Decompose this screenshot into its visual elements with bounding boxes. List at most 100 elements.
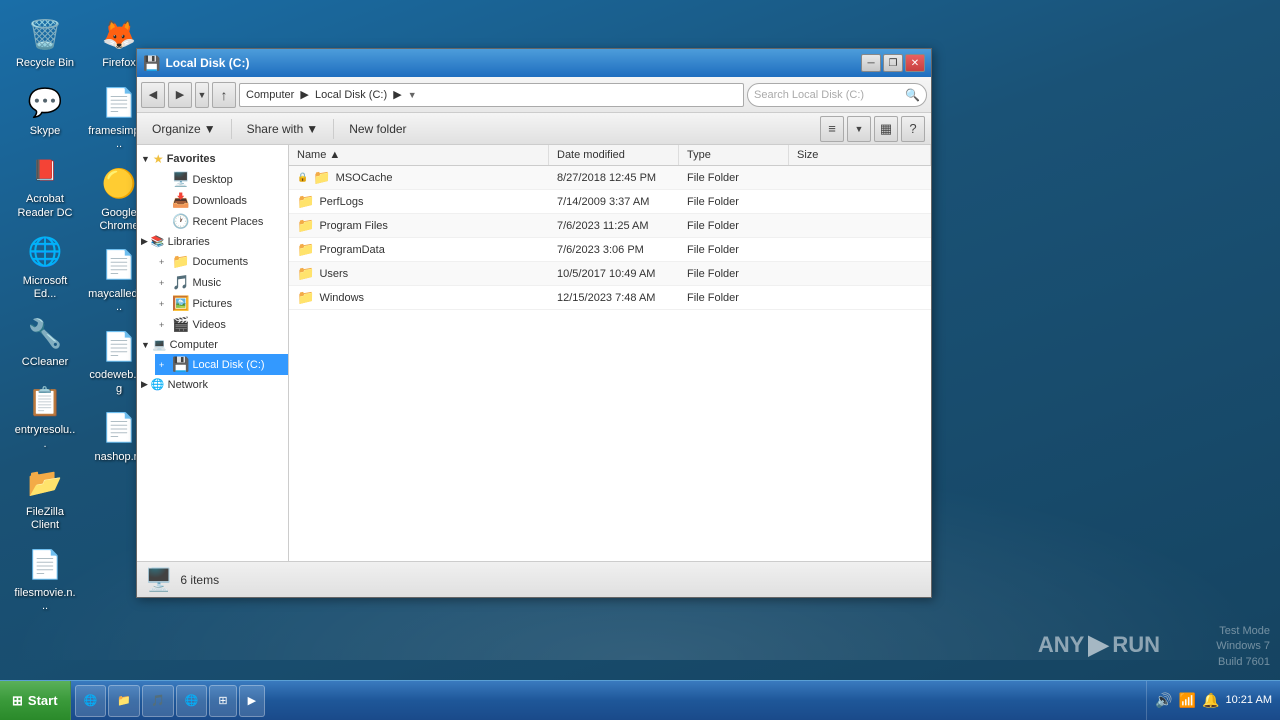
entryresolution-icon[interactable]: 📋 entryresolu...: [10, 377, 80, 454]
computer-expand-icon: ▼: [141, 340, 150, 350]
address-dropdown-icon: ▼: [408, 90, 417, 100]
taskbar-item-windows[interactable]: ⊞: [209, 685, 236, 717]
taskbar-item-ie[interactable]: 🌐: [75, 685, 107, 717]
skype-icon[interactable]: 💬 Skype: [10, 78, 80, 142]
computer-icon: 💻: [153, 338, 167, 351]
computer-label: Computer: [170, 339, 218, 351]
taskbar-item-arrow[interactable]: ▶: [239, 685, 265, 717]
favorites-section-header[interactable]: ▼ ★ Favorites: [137, 149, 288, 169]
table-row[interactable]: 📁 PerfLogs 7/14/2009 3:37 AM File Folder: [289, 190, 931, 214]
forward-button[interactable]: ▶: [168, 82, 192, 108]
media-icon: 🎵: [151, 694, 165, 707]
taskbar: ⊞ Start 🌐 📁 🎵 🌐 ⊞ ▶ 🔊 📶: [0, 680, 1280, 720]
window-title: Local Disk (C:): [165, 56, 856, 70]
tree-item-pictures[interactable]: + 🖼️ Pictures: [155, 293, 288, 314]
view-dropdown-button[interactable]: ▼: [847, 116, 871, 142]
folder-icon: 📁: [297, 265, 314, 282]
new-folder-button[interactable]: New folder: [340, 117, 415, 141]
tree-item-recent-places[interactable]: 🕐 Recent Places: [155, 211, 288, 232]
favorites-star-icon: ★: [153, 152, 164, 166]
address-bar[interactable]: Computer ▶ Local Disk (C:) ▶ ▼: [239, 83, 744, 107]
search-box[interactable]: Search Local Disk (C:) 🔍: [747, 83, 927, 107]
preview-button[interactable]: ▦: [874, 116, 898, 142]
favorites-items: 🖥️ Desktop 📥 Downloads 🕐 Recent Places: [137, 169, 288, 232]
tree-item-desktop[interactable]: 🖥️ Desktop: [155, 169, 288, 190]
taskbar-tray: 🔊 📶 🔔 10:21 AM: [1146, 681, 1280, 720]
organize-button[interactable]: Organize ▼: [143, 117, 225, 141]
arrow-icon: ▶: [248, 694, 256, 707]
start-button[interactable]: ⊞ Start: [0, 681, 71, 720]
network-icon: 🌐: [151, 378, 165, 391]
network-label: Network: [168, 379, 208, 391]
libraries-section-header[interactable]: ▶ 📚 Libraries: [137, 232, 288, 251]
share-dropdown-icon: ▼: [306, 122, 318, 136]
tray-volume-icon[interactable]: 🔊: [1155, 692, 1172, 709]
file-list-header: Name ▲ Date modified Type Size: [289, 145, 931, 166]
minimize-button[interactable]: ─: [861, 54, 881, 72]
dropdown-button[interactable]: ▼: [195, 82, 209, 108]
windows-logo-icon: ⊞: [12, 693, 23, 709]
network-expand-icon: ▶: [141, 379, 148, 390]
table-row[interactable]: 📁 Program Files 7/6/2023 11:25 AM File F…: [289, 214, 931, 238]
tree-item-downloads[interactable]: 📥 Downloads: [155, 190, 288, 211]
acrobat-icon[interactable]: 📕 Acrobat Reader DC: [10, 146, 80, 223]
back-button[interactable]: ◀: [141, 82, 165, 108]
taskbar-middle: 🌐 📁 🎵 🌐 ⊞ ▶: [71, 681, 1147, 720]
column-header-date[interactable]: Date modified: [549, 145, 679, 165]
address-text: Computer ▶ Local Disk (C:) ▶: [246, 88, 402, 101]
toolbar-separator-2: [333, 119, 334, 139]
folder-icon: 📁: [297, 217, 314, 234]
column-header-type[interactable]: Type: [679, 145, 789, 165]
tray-notification-icon[interactable]: 🔔: [1202, 692, 1219, 709]
window-controls: ─ ❐ ✕: [861, 54, 925, 72]
table-row[interactable]: 📁 ProgramData 7/6/2023 3:06 PM File Fold…: [289, 238, 931, 262]
close-button[interactable]: ✕: [905, 54, 925, 72]
title-bar: 💾 Local Disk (C:) ─ ❐ ✕: [137, 49, 931, 77]
share-with-button[interactable]: Share with ▼: [238, 117, 328, 141]
up-button[interactable]: ↑: [212, 82, 236, 108]
table-row[interactable]: 📁 Windows 12/15/2023 7:48 AM File Folder: [289, 286, 931, 310]
table-row[interactable]: 🔒 📁 MSOCache 8/27/2018 12:45 PM File Fol…: [289, 166, 931, 190]
taskbar-item-ie2[interactable]: 🌐: [176, 685, 208, 717]
tree-item-videos[interactable]: + 🎬 Videos: [155, 314, 288, 335]
column-header-name[interactable]: Name ▲: [289, 145, 549, 165]
table-row[interactable]: 📁 Users 10/5/2017 10:49 AM File Folder: [289, 262, 931, 286]
organize-dropdown-icon: ▼: [204, 122, 216, 136]
recycle-bin-icon[interactable]: 🗑️ Recycle Bin: [10, 10, 80, 74]
ccleaner-icon[interactable]: 🔧 CCleaner: [10, 309, 80, 373]
file-list: Name ▲ Date modified Type Size 🔒: [289, 145, 931, 561]
tree-item-music[interactable]: + 🎵 Music: [155, 272, 288, 293]
nav-tree: ▼ ★ Favorites 🖥️ Desktop 📥 Downloads: [137, 145, 289, 561]
toolbar-separator-1: [231, 119, 232, 139]
search-placeholder-text: Search Local Disk (C:): [754, 89, 864, 101]
view-list-button[interactable]: ≡: [820, 116, 844, 142]
toolbar: Organize ▼ Share with ▼ New folder ≡ ▼ ▦…: [137, 113, 931, 145]
favorites-label: Favorites: [167, 153, 216, 165]
folder-icon: 📁: [297, 193, 314, 210]
microsoft-edge-icon[interactable]: 🌐 Microsoft Ed...: [10, 228, 80, 305]
help-button[interactable]: ?: [901, 116, 925, 142]
restore-button[interactable]: ❐: [883, 54, 903, 72]
ie-icon: 🌐: [84, 694, 98, 707]
taskbar-item-folder[interactable]: 📁: [108, 685, 140, 717]
windows-icon: ⊞: [218, 694, 227, 707]
anyrun-logo: ANY ▶ RUN: [1038, 629, 1160, 660]
filezilla-icon[interactable]: 📂 FileZilla Client: [10, 459, 80, 536]
ie2-icon: 🌐: [185, 694, 199, 707]
window-icon: 💾: [143, 55, 160, 72]
status-bar: 🖥️ 6 items: [137, 561, 931, 597]
taskbar-item-media[interactable]: 🎵: [142, 685, 174, 717]
column-header-size[interactable]: Size: [789, 145, 931, 165]
explorer-window: 💾 Local Disk (C:) ─ ❐ ✕ ◀ ▶ ▼ ↑ Computer…: [136, 48, 932, 598]
content-area: ▼ ★ Favorites 🖥️ Desktop 📥 Downloads: [137, 145, 931, 561]
libraries-expand-icon: ▶: [141, 236, 148, 247]
network-section-header[interactable]: ▶ 🌐 Network: [137, 375, 288, 394]
favorites-collapse-icon: ▼: [141, 154, 150, 164]
tray-clock[interactable]: 10:21 AM: [1226, 693, 1272, 708]
filesmovie-icon[interactable]: 📄 filesmovie.n...: [10, 540, 80, 617]
computer-section-header[interactable]: ▼ 💻 Computer: [137, 335, 288, 354]
status-drive-icon: 🖥️: [145, 567, 172, 593]
tree-item-documents[interactable]: + 📁 Documents: [155, 251, 288, 272]
tree-item-local-disk-c[interactable]: + 💾 Local Disk (C:): [155, 354, 288, 375]
tray-network-icon[interactable]: 📶: [1179, 692, 1196, 709]
